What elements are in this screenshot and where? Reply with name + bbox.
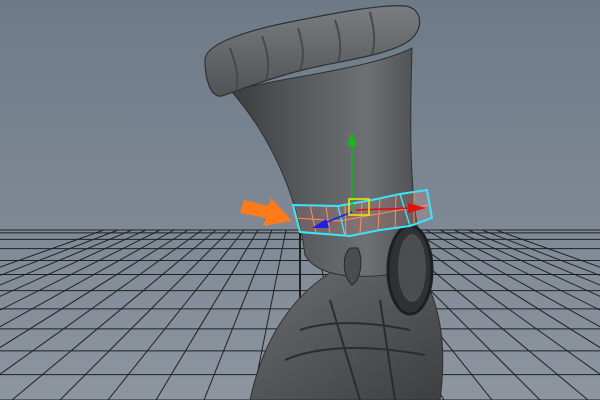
viewport-canvas[interactable] [0,0,600,400]
perspective-viewport[interactable] [0,0,600,400]
